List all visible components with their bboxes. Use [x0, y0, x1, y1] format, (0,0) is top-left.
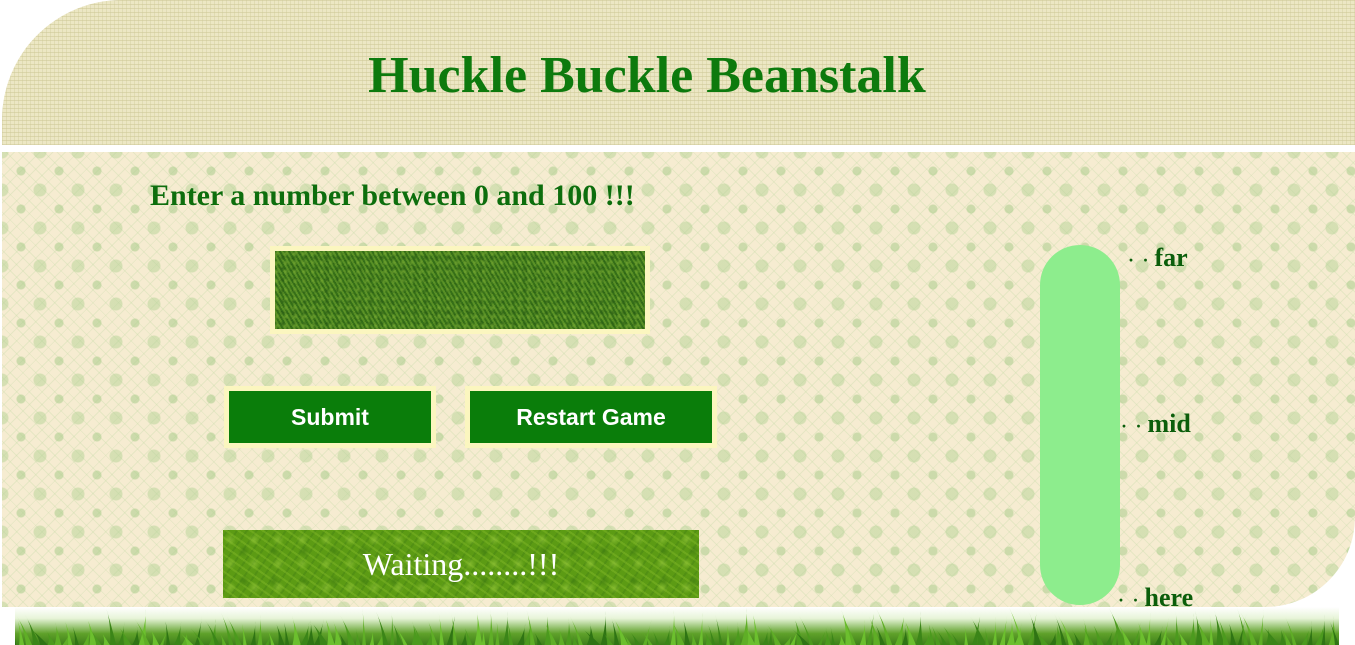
grass-blade: [762, 628, 769, 645]
grass-blade: [283, 619, 290, 645]
grass-blade: [362, 608, 367, 645]
grass-blade: [726, 621, 730, 645]
grass-blade: [690, 630, 697, 645]
grass-blade: [101, 631, 110, 645]
grass-blade: [83, 626, 91, 645]
grass-blade: [45, 629, 56, 645]
grass-blade: [1209, 614, 1214, 645]
grass-blade: [1262, 625, 1280, 645]
grass-blade: [558, 626, 565, 645]
grass-blade: [999, 614, 1008, 645]
grass-blade: [1006, 618, 1016, 645]
grass-blade: [241, 620, 247, 645]
proximity-meter: [1040, 245, 1120, 605]
grass-blade: [438, 613, 445, 645]
grass-blade: [984, 626, 989, 645]
grass-blade: [1188, 612, 1196, 645]
grass-blade: [355, 627, 361, 645]
grass-footer: [15, 607, 1339, 645]
meter-label-far: · · far: [1128, 243, 1188, 275]
grass-blade: [642, 619, 652, 645]
grass-blade: [1146, 612, 1151, 645]
grass-blade: [132, 625, 140, 645]
grass-blade: [1091, 622, 1104, 645]
grass-blade: [1049, 629, 1057, 645]
grass-blade: [964, 624, 969, 645]
game-page: Huckle Buckle Beanstalk Enter a number b…: [0, 0, 1355, 645]
grass-blade: [682, 617, 691, 645]
grass-blade: [1132, 621, 1142, 645]
guess-input[interactable]: [270, 246, 650, 334]
grass-blade: [733, 621, 742, 645]
grass-blade: [250, 621, 256, 645]
grass-blade: [830, 626, 836, 645]
grass-blade: [1228, 620, 1237, 645]
grass-blade: [1071, 629, 1082, 645]
grass-blade: [474, 609, 483, 645]
grass-blade: [740, 607, 750, 645]
meter-label-far-text: far: [1154, 243, 1188, 272]
grass-blade: [768, 624, 773, 645]
grass-blade: [149, 627, 160, 645]
header-banner: Huckle Buckle Beanstalk: [2, 0, 1355, 145]
grass-blade: [495, 618, 500, 645]
grass-blade: [291, 615, 301, 645]
grass-blade: [218, 631, 227, 645]
grass-blade: [257, 614, 263, 645]
grass-blade: [600, 610, 608, 645]
meter-label-mid: · · mid: [1121, 409, 1191, 441]
grass-blade: [324, 616, 335, 645]
meter-dots: · ·: [1128, 250, 1151, 270]
grass-blade: [16, 615, 33, 645]
grass-blade: [1154, 625, 1163, 645]
grass-blade: [517, 623, 526, 645]
status-message: Waiting........!!!: [223, 530, 699, 598]
grass-blade: [369, 628, 375, 645]
grass-blade: [164, 617, 171, 645]
grass-blade: [54, 622, 62, 645]
grass-blade: [765, 623, 781, 645]
grass-blade: [275, 621, 285, 645]
grass-blade: [1258, 608, 1264, 645]
grass-blade: [300, 621, 310, 645]
grass-blade: [565, 617, 572, 645]
grass-blade: [533, 631, 542, 645]
grass-blade: [715, 614, 723, 645]
grass-blade: [824, 627, 831, 645]
meter-dots: · ·: [1121, 416, 1144, 436]
restart-game-button[interactable]: Restart Game: [465, 386, 717, 448]
grass-blade: [502, 611, 509, 645]
grass-blade: [992, 616, 997, 645]
grass-blade: [894, 611, 905, 645]
grass-blade: [71, 623, 79, 645]
grass-blade: [15, 638, 17, 645]
grass-blade: [1265, 625, 1272, 645]
grass-blade: [784, 632, 793, 645]
grass-blade: [390, 609, 395, 645]
page-title: Huckle Buckle Beanstalk: [368, 47, 926, 104]
grass-blade: [611, 616, 620, 645]
grass-blade: [1105, 627, 1114, 645]
grass-blade: [173, 621, 182, 645]
grass-blade: [570, 616, 583, 645]
grass-blade: [698, 612, 704, 645]
grass-blade: [488, 607, 494, 645]
grass-blade: [838, 632, 846, 645]
grass-blade: [1174, 610, 1180, 645]
submit-button[interactable]: Submit: [224, 386, 436, 448]
grass-blade: [106, 608, 117, 645]
grass-blade: [663, 624, 670, 645]
grass-blade: [652, 630, 660, 645]
meter-label-mid-text: mid: [1147, 409, 1191, 438]
grass-illustration: [15, 607, 1339, 645]
grass-blade: [859, 619, 867, 645]
grass-blade: [970, 616, 987, 645]
grass-blade: [752, 610, 760, 645]
grass-blade: [1307, 620, 1313, 645]
instruction-text: Enter a number between 0 and 100 !!!: [150, 179, 635, 212]
grass-blade: [629, 631, 641, 645]
grass-blade: [915, 611, 923, 645]
